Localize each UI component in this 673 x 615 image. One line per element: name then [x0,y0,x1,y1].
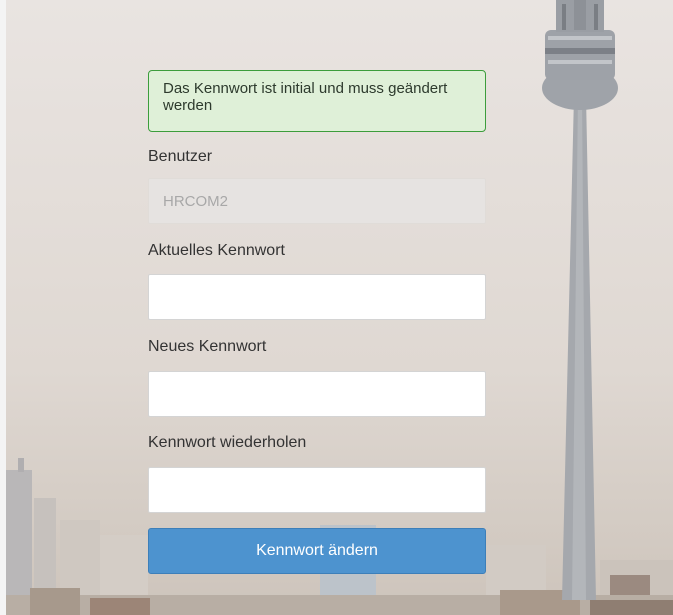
new-password-field[interactable] [148,371,486,417]
change-password-button[interactable]: Kennwort ändern [148,528,486,574]
current-password-label: Aktuelles Kennwort [148,242,285,259]
initial-password-alert: Das Kennwort ist initial und muss geände… [148,70,486,132]
current-password-field[interactable] [148,274,486,320]
page-background: Das Kennwort ist initial und muss geände… [0,0,673,615]
repeat-password-field[interactable] [148,467,486,513]
user-field [148,178,486,224]
new-password-label: Neues Kennwort [148,338,267,355]
alert-message: Das Kennwort ist initial und muss geände… [163,80,448,114]
password-change-form: Das Kennwort ist initial und muss geände… [148,70,486,574]
repeat-password-label: Kennwort wiederholen [148,434,307,451]
user-label: Benutzer [148,148,213,165]
